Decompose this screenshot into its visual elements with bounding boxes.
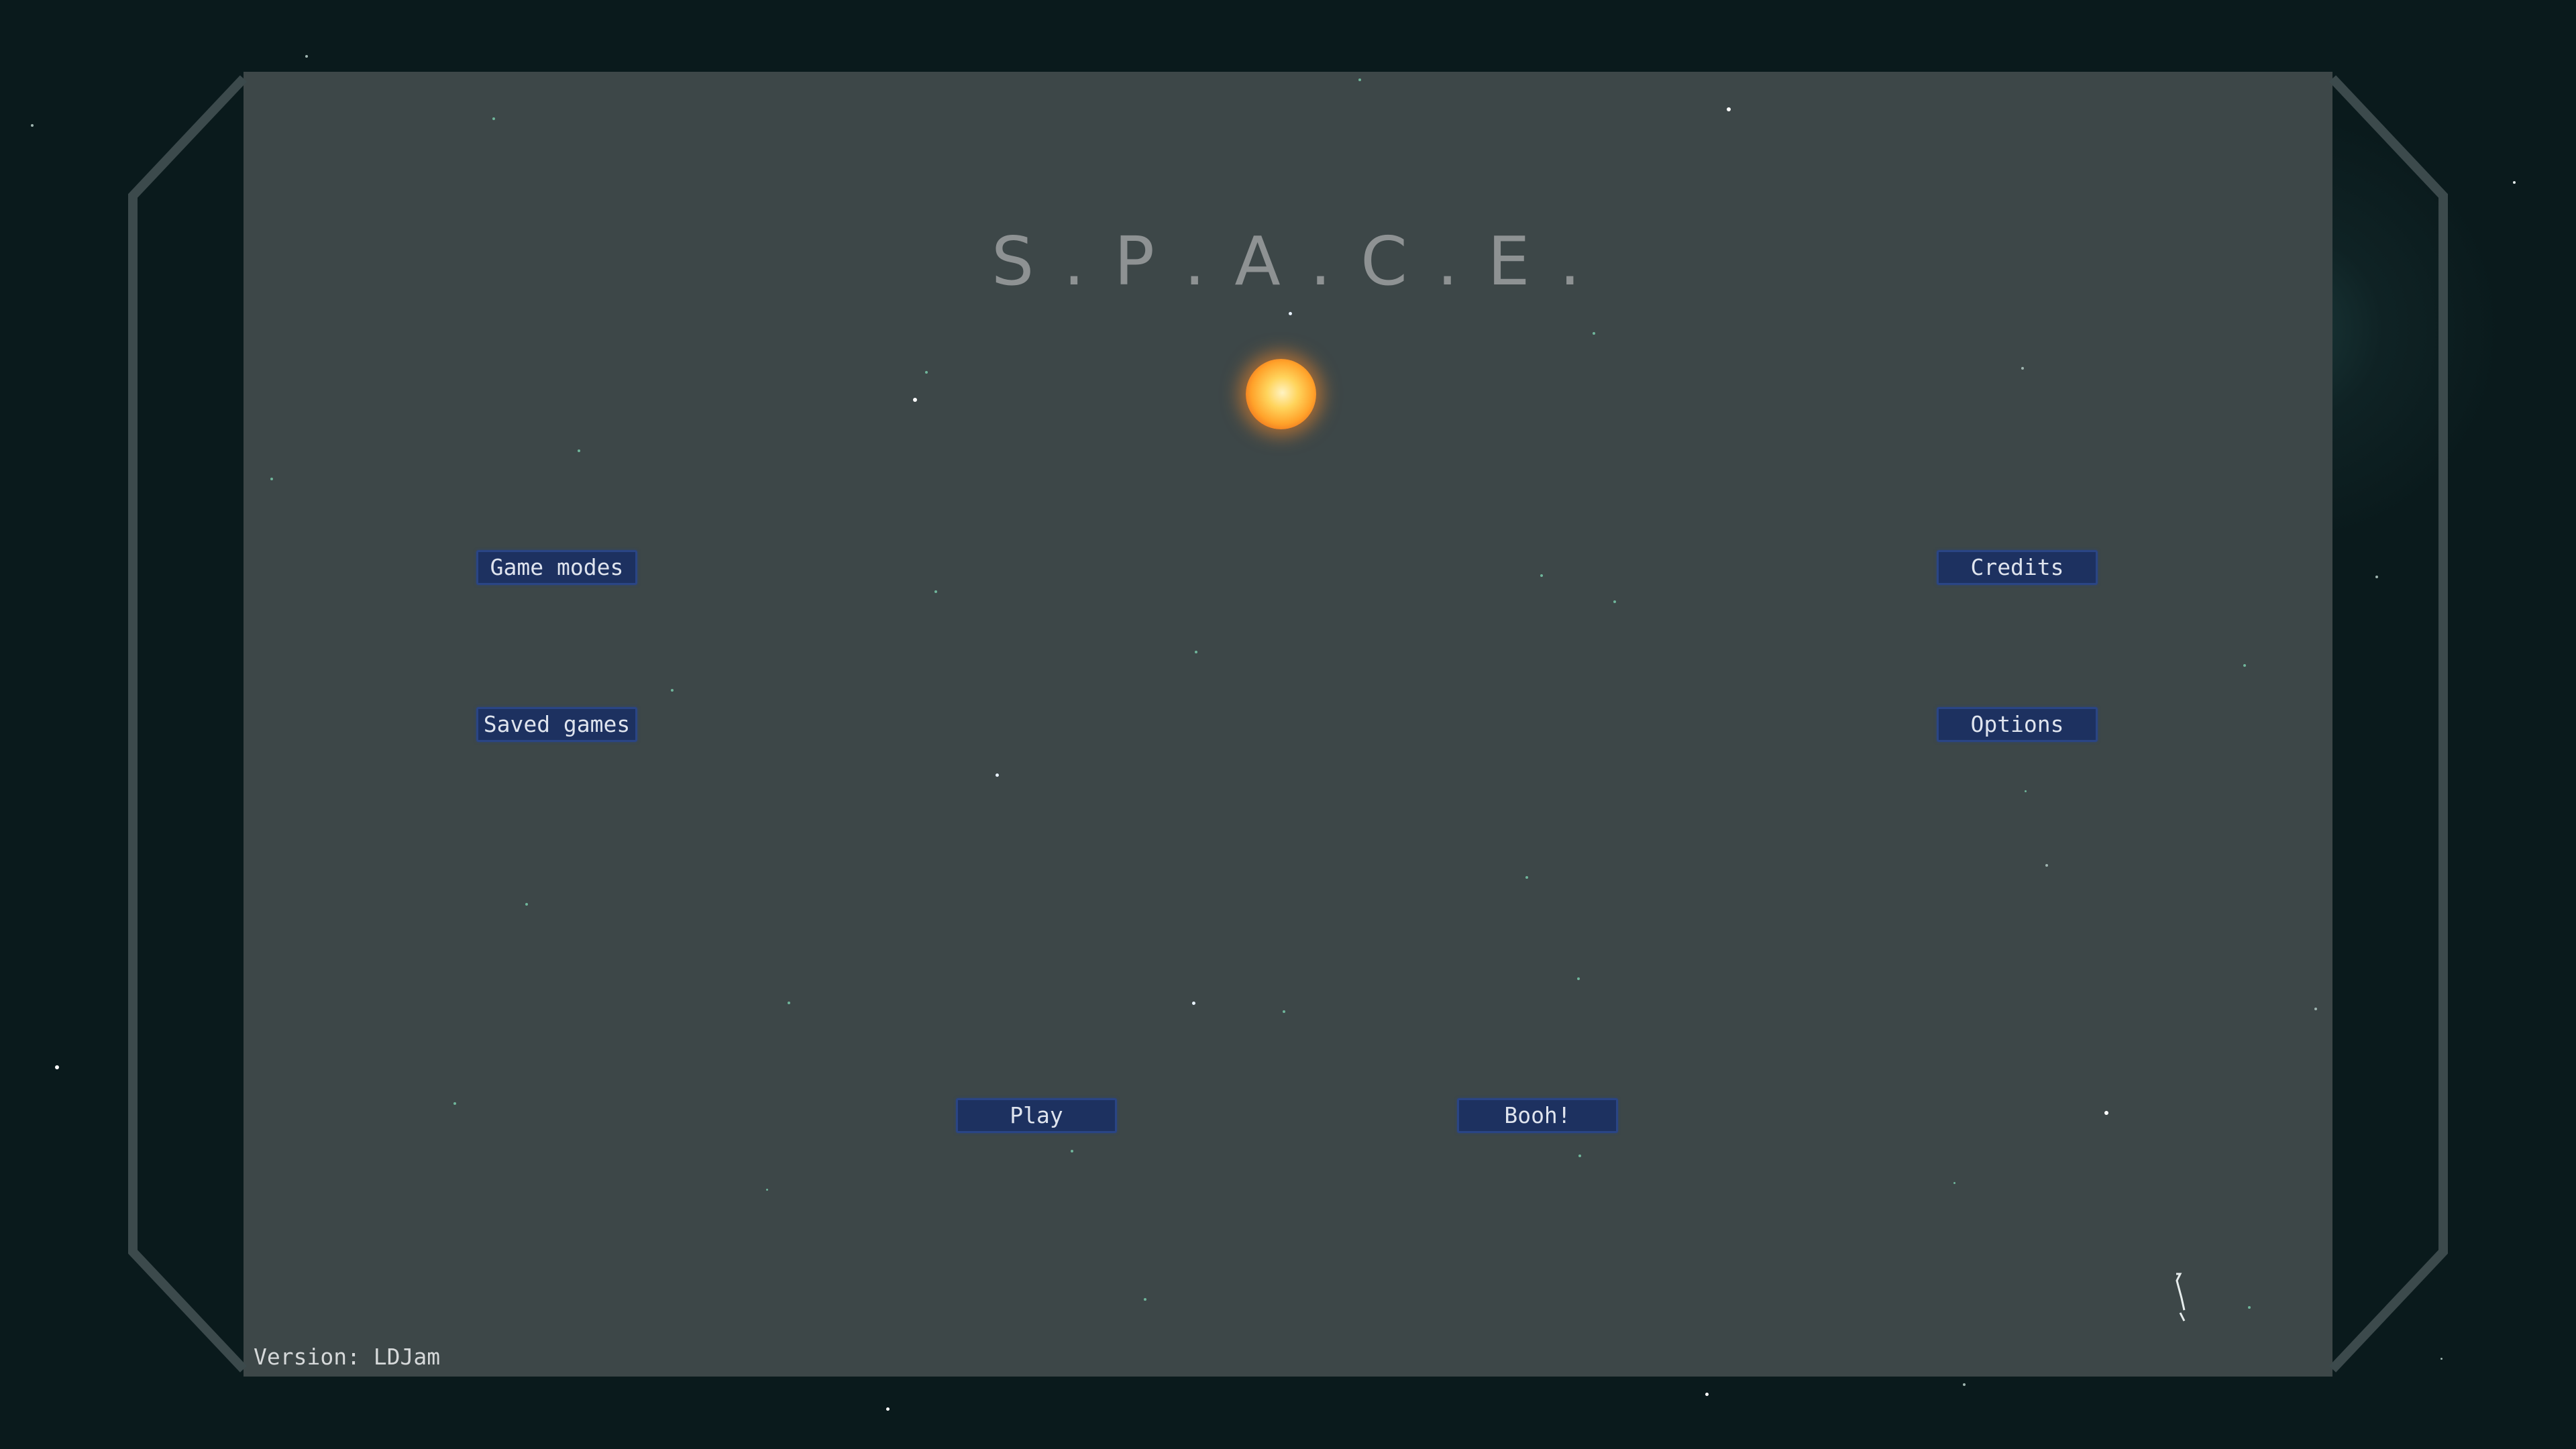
star xyxy=(913,398,917,402)
star xyxy=(2025,790,2027,792)
star xyxy=(1963,1383,1966,1386)
star xyxy=(1289,312,1292,315)
saved-games-button[interactable]: Saved games xyxy=(476,707,637,742)
star xyxy=(2243,664,2246,667)
star xyxy=(766,1189,768,1191)
star xyxy=(31,124,34,127)
booh-button[interactable]: Booh! xyxy=(1457,1098,1618,1133)
sun-icon xyxy=(1246,359,1316,429)
star xyxy=(1071,1150,1073,1152)
game-screen: S . P . A . C . E . Game modes Credits S… xyxy=(0,0,2576,1449)
star xyxy=(1953,1182,1955,1184)
star xyxy=(1525,876,1528,879)
star xyxy=(1705,1393,1709,1396)
star xyxy=(925,371,928,374)
loading-spinner-icon xyxy=(2176,1273,2186,1322)
star xyxy=(1727,107,1731,111)
star xyxy=(1578,1155,1581,1157)
star xyxy=(1540,574,1543,577)
star xyxy=(2104,1111,2108,1115)
star xyxy=(2513,181,2516,184)
star xyxy=(1195,651,1197,653)
star xyxy=(453,1102,456,1105)
star xyxy=(671,689,674,692)
game-modes-button[interactable]: Game modes xyxy=(476,550,637,585)
star xyxy=(996,773,999,777)
star xyxy=(886,1407,890,1411)
star xyxy=(1613,600,1616,603)
star xyxy=(1144,1298,1146,1301)
star xyxy=(1358,78,1361,81)
star xyxy=(1192,1002,1195,1005)
star xyxy=(2375,576,2378,578)
star xyxy=(1577,977,1580,980)
star xyxy=(305,55,308,58)
star xyxy=(2248,1306,2251,1309)
star xyxy=(934,590,937,593)
options-button[interactable]: Options xyxy=(1937,707,2098,742)
star xyxy=(2021,367,2024,370)
star xyxy=(1593,332,1595,335)
star xyxy=(2045,864,2048,867)
star xyxy=(525,903,528,906)
star xyxy=(2440,1358,2443,1360)
star xyxy=(492,117,495,120)
star xyxy=(270,478,273,480)
game-title: S . P . A . C . E . xyxy=(991,222,1585,301)
star xyxy=(2314,1008,2317,1010)
star xyxy=(1283,1010,1285,1013)
star xyxy=(55,1065,59,1069)
star xyxy=(578,449,580,452)
play-button[interactable]: Play xyxy=(956,1098,1117,1133)
credits-button[interactable]: Credits xyxy=(1937,550,2098,585)
viewport-frame xyxy=(128,72,2448,1377)
star xyxy=(788,1002,790,1004)
version-label: Version: LDJam xyxy=(254,1344,441,1370)
